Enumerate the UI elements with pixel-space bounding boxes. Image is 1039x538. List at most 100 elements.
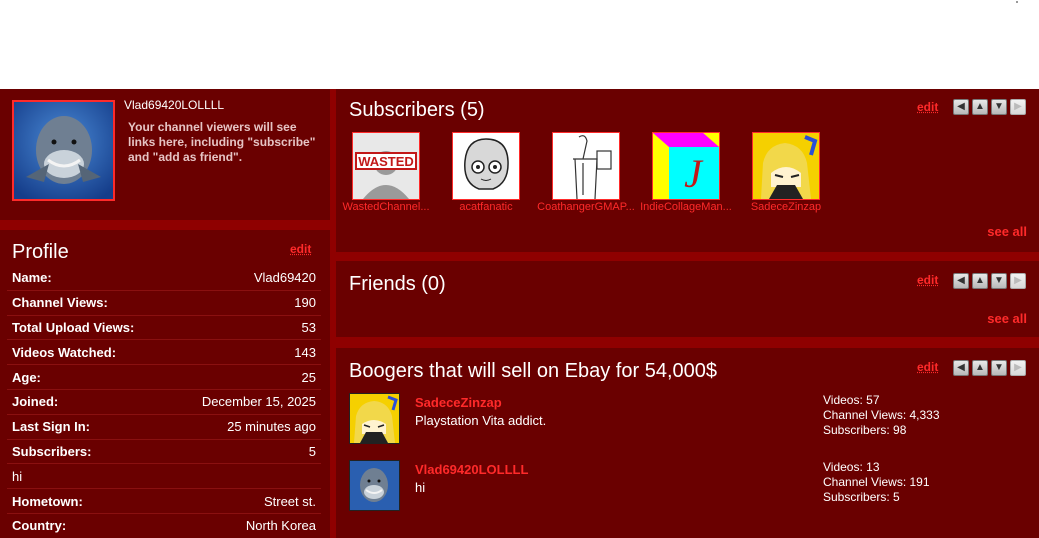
member-description: Playstation Vita addict. — [415, 413, 546, 428]
wasted-stamp-text: WASTED — [358, 154, 414, 169]
chevron-down-icon[interactable]: ▼ — [991, 360, 1007, 376]
member-description: hi — [415, 480, 425, 495]
row-value: December 15, 2025 — [202, 394, 316, 409]
profile-row-hometown: Hometown: Street st. — [7, 489, 321, 514]
member-name-link[interactable]: SadeceZinzap — [415, 395, 502, 410]
chevron-left-icon[interactable]: ◀ — [953, 273, 969, 289]
subscriber-thumbnail[interactable] — [752, 132, 820, 200]
subscriber-thumbnail[interactable] — [452, 132, 520, 200]
row-key: Joined: — [12, 394, 58, 409]
friends-edit-link[interactable]: edit — [917, 273, 938, 287]
row-value: Street st. — [264, 494, 316, 509]
row-key: Last Sign In: — [12, 419, 90, 434]
row-value: 5 — [309, 444, 316, 459]
chevron-right-icon[interactable]: ▶ — [1010, 99, 1026, 115]
member-name-link[interactable]: Vlad69420LOLLLL — [415, 462, 528, 477]
subscriber-name[interactable]: IndieCollageMan... — [636, 201, 736, 213]
member-avatar[interactable] — [349, 393, 400, 444]
row-key: Total Upload Views: — [12, 320, 134, 335]
subscribers-title: Subscribers (5) — [349, 99, 485, 122]
profile-row-about: hi — [7, 464, 321, 489]
subscriber-item[interactable]: SadeceZinzap — [736, 132, 836, 213]
subscriber-item[interactable]: J IndieCollageMan... — [636, 132, 736, 213]
member-subscribers: Subscribers: 98 — [823, 423, 940, 438]
chevron-down-icon[interactable]: ▼ — [991, 273, 1007, 289]
member-videos: Videos: 57 — [823, 393, 940, 408]
row-key: Videos Watched: — [12, 345, 116, 360]
row-text: hi — [12, 469, 22, 484]
profile-rows: Name: Vlad69420 Channel Views: 190 Total U… — [7, 266, 321, 538]
profile-edit-link[interactable]: edit — [290, 242, 311, 256]
subscribers-see-all-link[interactable]: see all — [987, 224, 1027, 239]
row-key: Age: — [12, 370, 41, 385]
row-key: Channel Views: — [12, 295, 108, 310]
subscriber-name[interactable]: SadeceZinzap — [736, 201, 836, 213]
boogers-title: Boogers that will sell on Ebay for 54,00… — [349, 360, 717, 383]
friends-nav: ◀ ▲ ▼ ▶ — [953, 273, 1026, 289]
row-key: Name: — [12, 270, 52, 285]
member-channel-views: Channel Views: 4,333 — [823, 408, 940, 423]
subscriber-thumbnail[interactable]: J — [652, 132, 720, 200]
subscriber-name[interactable]: acatfanatic — [436, 201, 536, 213]
row-value: 143 — [294, 345, 316, 360]
row-value: 53 — [302, 320, 316, 335]
subscriber-thumbnail[interactable] — [552, 132, 620, 200]
right-column: Subscribers (5) edit ◀ ▲ ▼ ▶ WASTED Wast… — [330, 89, 1039, 538]
row-value: 25 — [302, 370, 316, 385]
profile-row-upload-views: Total Upload Views: 53 — [7, 316, 321, 341]
list-item: SadeceZinzap Playstation Vita addict. Vi… — [349, 393, 1029, 445]
member-videos: Videos: 13 — [823, 460, 930, 475]
chevron-left-icon[interactable]: ◀ — [953, 99, 969, 115]
chevron-right-icon[interactable]: ▶ — [1010, 273, 1026, 289]
profile-row-country: Country: North Korea — [7, 514, 321, 538]
chevron-left-icon[interactable]: ◀ — [953, 360, 969, 376]
channel-identity-box: Vlad69420LOLLLL Your channel viewers wil… — [0, 89, 330, 220]
boogers-edit-link[interactable]: edit — [917, 360, 938, 374]
subscriber-item[interactable]: WASTED WastedChannel... — [336, 132, 436, 213]
chevron-up-icon[interactable]: ▲ — [972, 360, 988, 376]
row-value: North Korea — [246, 518, 316, 533]
subscribers-panel: Subscribers (5) edit ◀ ▲ ▼ ▶ WASTED Wast… — [336, 89, 1039, 252]
subscriber-item[interactable]: CoathangerGMAP... — [536, 132, 636, 213]
boogers-panel: Boogers that will sell on Ebay for 54,00… — [336, 348, 1039, 538]
member-stats: Videos: 57 Channel Views: 4,333 Subscrib… — [823, 393, 940, 438]
channel-username: Vlad69420LOLLLL — [124, 98, 224, 112]
member-stats: Videos: 13 Channel Views: 191 Subscriber… — [823, 460, 930, 505]
top-banner-area — [0, 0, 1039, 89]
row-key: Subscribers: — [12, 444, 91, 459]
profile-row-last-sign-in: Last Sign In: 25 minutes ago — [7, 415, 321, 440]
profile-row-videos-watched: Videos Watched: 143 — [7, 340, 321, 365]
chevron-up-icon[interactable]: ▲ — [972, 273, 988, 289]
row-key: Country: — [12, 518, 66, 533]
friends-see-all-link[interactable]: see all — [987, 311, 1027, 326]
subscriber-thumbnail[interactable]: WASTED — [352, 132, 420, 200]
friends-title: Friends (0) — [349, 273, 446, 296]
row-value: 25 minutes ago — [227, 419, 316, 434]
subscribers-edit-link[interactable]: edit — [917, 100, 938, 114]
subscriber-name[interactable]: CoathangerGMAP... — [536, 201, 636, 213]
chevron-right-icon[interactable]: ▶ — [1010, 360, 1026, 376]
profile-row-channel-views: Channel Views: 190 — [7, 291, 321, 316]
profile-row-name: Name: Vlad69420 — [7, 266, 321, 291]
chevron-up-icon[interactable]: ▲ — [972, 99, 988, 115]
profile-row-joined: Joined: December 15, 2025 — [7, 390, 321, 415]
channel-avatar[interactable] — [12, 100, 115, 201]
stray-pixel — [1016, 1, 1018, 3]
boogers-nav: ◀ ▲ ▼ ▶ — [953, 360, 1026, 376]
subscriber-item[interactable]: acatfanatic — [436, 132, 536, 213]
profile-row-age: Age: 25 — [7, 365, 321, 390]
chevron-down-icon[interactable]: ▼ — [991, 99, 1007, 115]
indie-logo-letter: J — [684, 151, 704, 196]
profile-box: Profile edit Name: Vlad69420 Channel View… — [0, 230, 330, 538]
subscribers-nav: ◀ ▲ ▼ ▶ — [953, 99, 1026, 115]
row-value: Vlad69420 — [254, 270, 316, 285]
friends-panel: Friends (0) edit ◀ ▲ ▼ ▶ see all — [336, 261, 1039, 337]
subscriber-name[interactable]: WastedChannel... — [336, 201, 436, 213]
profile-row-subscribers: Subscribers: 5 — [7, 440, 321, 465]
member-avatar[interactable] — [349, 460, 400, 511]
member-channel-views: Channel Views: 191 — [823, 475, 930, 490]
row-key: Hometown: — [12, 494, 83, 509]
profile-title: Profile — [12, 241, 69, 264]
list-item: Vlad69420LOLLLL hi Videos: 13 Channel Vi… — [349, 460, 1029, 512]
left-column: Vlad69420LOLLLL Your channel viewers wil… — [0, 89, 330, 538]
